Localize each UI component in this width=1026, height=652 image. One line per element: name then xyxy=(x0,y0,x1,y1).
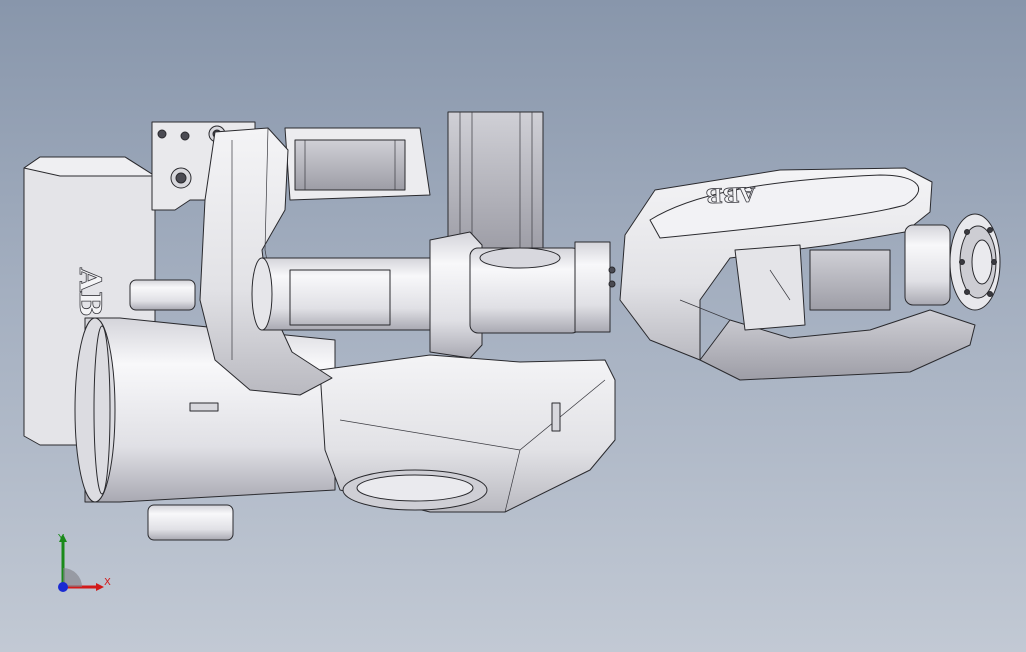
y-axis-label: Y xyxy=(58,533,65,544)
x-axis-arrowhead xyxy=(96,583,104,591)
lower-housing xyxy=(74,317,336,503)
x-axis-label: X xyxy=(104,577,111,588)
graphics-viewport[interactable]: AB ABB X Y xyxy=(0,0,1026,652)
origin-dot xyxy=(58,582,68,592)
base-logo: AB xyxy=(72,267,107,317)
robot-arm-model[interactable]: AB ABB xyxy=(0,0,1026,652)
tool-flange xyxy=(904,213,1001,311)
axis-motors xyxy=(284,111,544,253)
main-housing xyxy=(319,354,616,513)
arm-logo: ABB xyxy=(705,182,756,208)
